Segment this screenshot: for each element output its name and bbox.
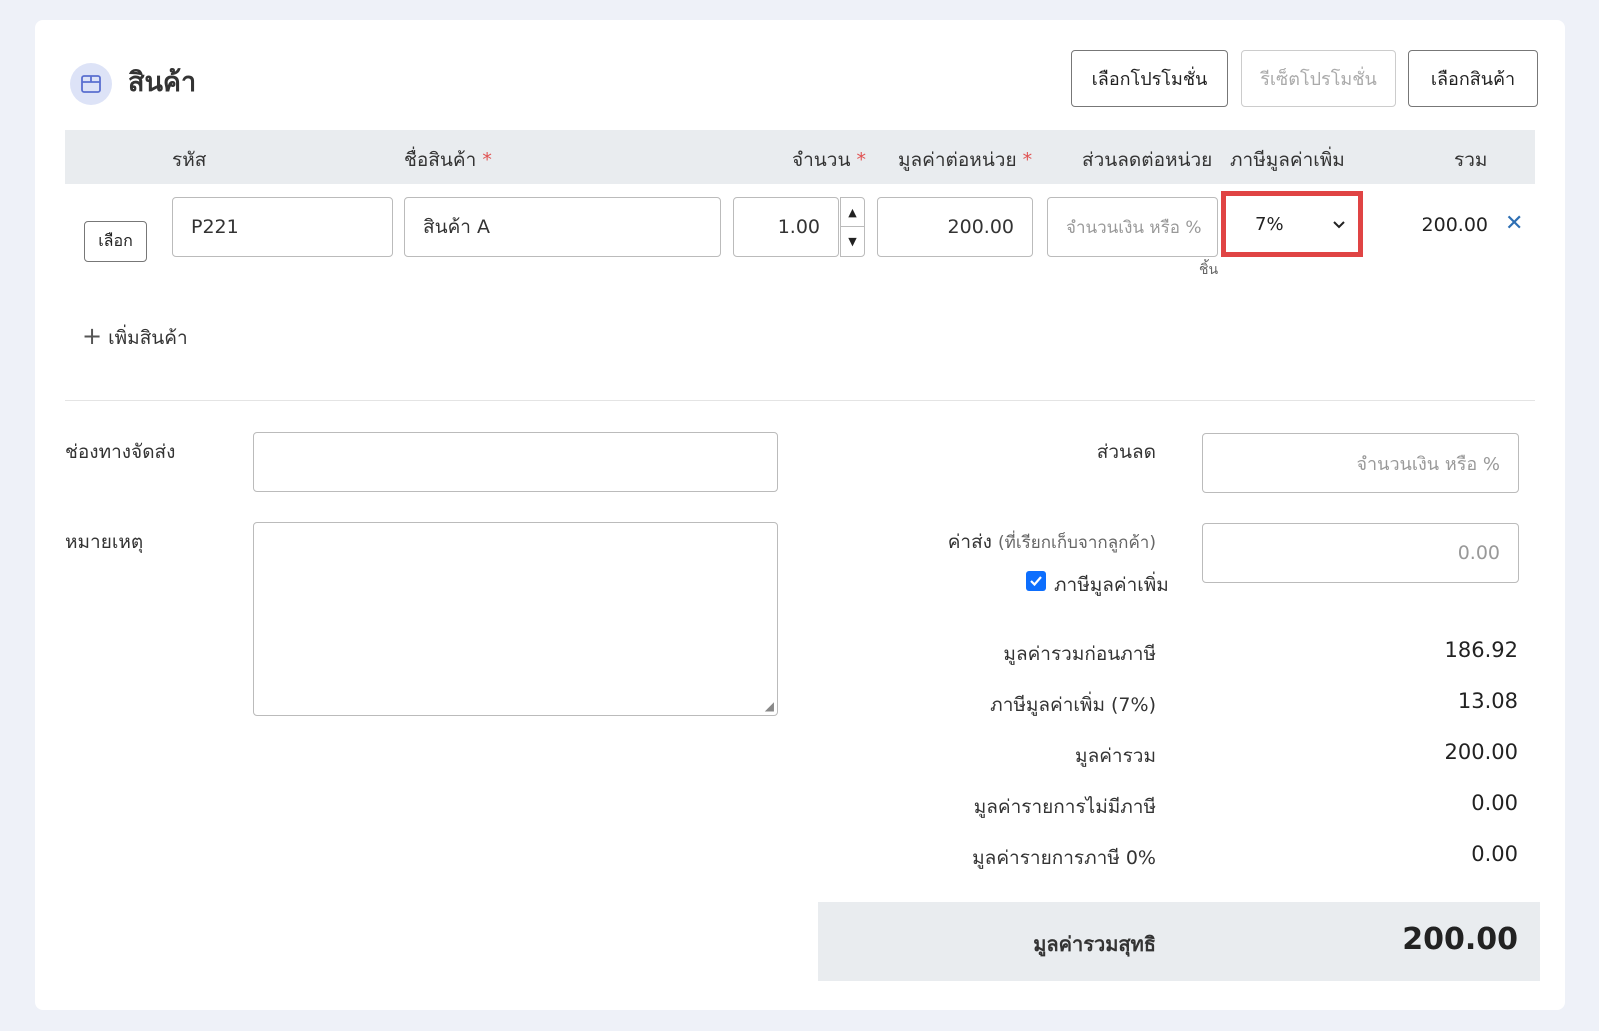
unit-discount-input[interactable]: จำนวนเงิน หรือ %: [1047, 197, 1218, 257]
non-tax-label: มูลค่ารายการไม่มีภาษี: [973, 796, 1156, 818]
header-discount: ส่วนลดต่อหน่วย: [1082, 149, 1213, 171]
note-label: หมายเหตุ: [65, 531, 144, 553]
total-label: มูลค่ารวม: [1075, 745, 1156, 767]
zero-tax-value: 0.00: [1471, 842, 1518, 866]
decrement-icon[interactable]: ▼: [841, 227, 864, 256]
product-code-input[interactable]: P221: [172, 197, 393, 257]
header-total: รวม: [1454, 149, 1488, 171]
remove-row-icon[interactable]: ✕: [1505, 211, 1523, 236]
header-vat: ภาษีมูลค่าเพิ่ม: [1230, 149, 1345, 171]
net-total-value: 200.00: [1402, 922, 1518, 957]
product-name-input[interactable]: สินค้า A: [404, 197, 721, 257]
vat-select-value: 7%: [1255, 213, 1284, 235]
choose-promotion-button[interactable]: เลือกโปรโมชั่น: [1071, 50, 1228, 107]
non-tax-value: 0.00: [1471, 791, 1518, 815]
pre-tax-label: มูลค่ารวมก่อนภาษี: [1003, 643, 1156, 665]
header-name: ชื่อสินค้า *: [404, 149, 492, 171]
increment-icon[interactable]: ▲: [841, 198, 864, 227]
vat-checkbox-label: ภาษีมูลค่าเพิ่ม: [1054, 574, 1169, 596]
quantity-stepper: ▲ ▼: [840, 197, 865, 257]
quantity-input[interactable]: 1.00: [733, 197, 839, 257]
vat-select[interactable]: 7%: [1228, 198, 1356, 250]
box-icon: [70, 63, 112, 105]
discount-label: ส่วนลด: [1096, 441, 1156, 463]
note-textarea[interactable]: ◢: [253, 522, 778, 716]
header-qty: จำนวน *: [792, 149, 866, 171]
header-code: รหัส: [172, 149, 207, 171]
total-value: 200.00: [1444, 740, 1518, 764]
discount-input[interactable]: จำนวนเงิน หรือ %: [1202, 433, 1519, 493]
chevron-down-icon: [1332, 214, 1346, 235]
resize-handle-icon[interactable]: ◢: [765, 699, 774, 713]
pre-tax-value: 186.92: [1444, 638, 1518, 662]
row-total: 200.00: [1421, 214, 1488, 236]
shipping-fee-label: ค่าส่ง (ที่เรียกเก็บจากลูกค้า): [947, 531, 1156, 553]
section-title: สินค้า: [128, 67, 197, 98]
select-product-button[interactable]: เลือก: [84, 221, 147, 262]
vat-value: 13.08: [1457, 689, 1518, 713]
shipping-channel-input[interactable]: [253, 432, 778, 492]
choose-product-button[interactable]: เลือกสินค้า: [1408, 50, 1538, 107]
shipping-fee-input[interactable]: 0.00: [1202, 523, 1519, 583]
header-unit-price: มูลค่าต่อหน่วย *: [898, 149, 1033, 171]
divider: [65, 400, 1535, 401]
unit-price-input[interactable]: 200.00: [877, 197, 1033, 257]
unit-label: ชิ้น: [1199, 262, 1219, 278]
vat-label: ภาษีมูลค่าเพิ่ม (7%): [990, 694, 1156, 716]
shipping-channel-label: ช่องทางจัดส่ง: [65, 441, 176, 463]
zero-tax-label: มูลค่ารายการภาษี 0%: [972, 847, 1156, 869]
vat-checkbox[interactable]: [1026, 571, 1046, 591]
plus-icon: +: [82, 322, 103, 350]
net-total-label: มูลค่ารวมสุทธิ: [1033, 932, 1156, 956]
reset-promotion-button[interactable]: รีเซ็ตโปรโมชั่น: [1241, 50, 1396, 107]
add-product-button[interactable]: + เพิ่มสินค้า: [82, 322, 188, 353]
